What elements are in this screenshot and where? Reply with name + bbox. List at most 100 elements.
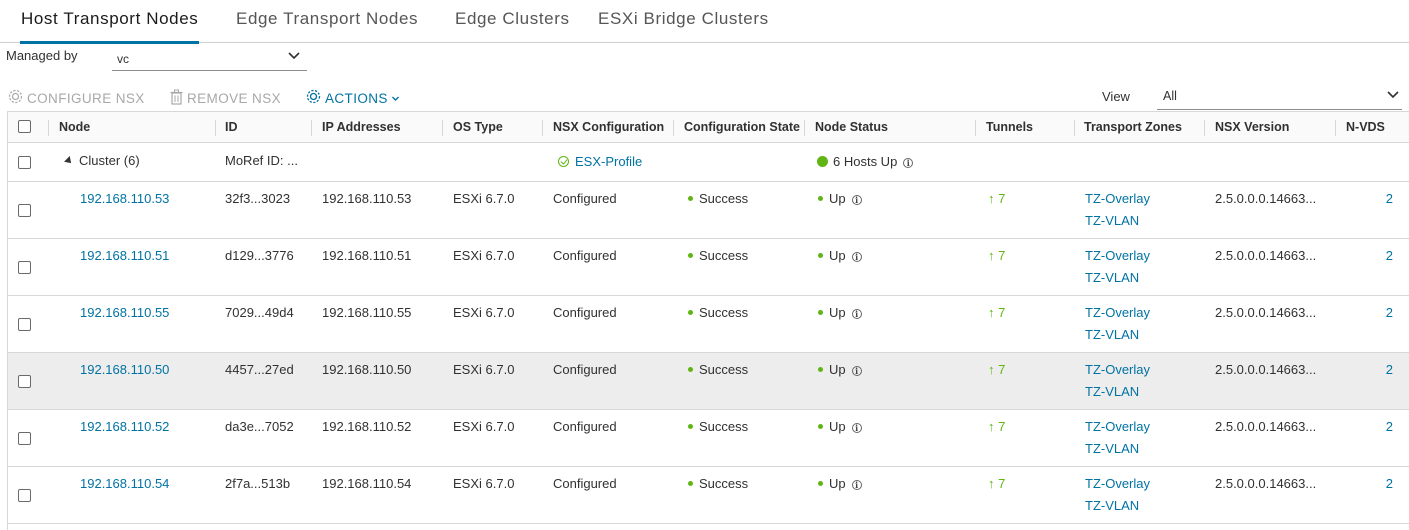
- info-icon[interactable]: i: [851, 252, 862, 262]
- row-checkbox[interactable]: [18, 261, 31, 274]
- column-header-nsx-version[interactable]: NSX Version: [1215, 120, 1289, 134]
- table-row[interactable]: 192.168.110.55 7029...49d4 192.168.110.55 E…: [8, 296, 1409, 353]
- status-dot-icon: [688, 310, 693, 315]
- node-link[interactable]: 192.168.110.55: [80, 305, 169, 320]
- transport-zone-link[interactable]: TZ-VLAN: [1085, 327, 1139, 342]
- info-icon[interactable]: i: [851, 309, 862, 319]
- info-icon[interactable]: i: [851, 480, 862, 490]
- column-header-os-type[interactable]: OS Type: [453, 120, 503, 134]
- column-header-nvds[interactable]: N-VDS: [1346, 120, 1385, 134]
- row-checkbox[interactable]: [18, 489, 31, 502]
- row-checkbox[interactable]: [18, 318, 31, 331]
- node-os-type: ESXi 6.7.0: [453, 419, 515, 434]
- node-link[interactable]: 192.168.110.53: [80, 191, 169, 206]
- nvds-count-link[interactable]: 2: [1386, 191, 1393, 206]
- transport-zone-link[interactable]: TZ-Overlay: [1085, 305, 1150, 320]
- row-checkbox[interactable]: [18, 375, 31, 388]
- column-header-node-status[interactable]: Node Status: [815, 120, 888, 134]
- column-header-nsx-configuration[interactable]: NSX Configuration: [553, 120, 664, 134]
- remove-nsx-button[interactable]: REMOVE NSX: [169, 89, 281, 107]
- node-ip: 192.168.110.51: [322, 248, 412, 263]
- status-dot-icon: [688, 424, 693, 429]
- node-tunnels[interactable]: ↑ 7: [988, 476, 1005, 491]
- expand-caret-icon[interactable]: [64, 156, 74, 166]
- node-status-label: Up: [829, 476, 846, 491]
- chevron-down-icon: [287, 49, 301, 66]
- view-label: View: [1102, 89, 1130, 104]
- node-link[interactable]: 192.168.110.50: [80, 362, 169, 377]
- tab-edge-transport-nodes[interactable]: Edge Transport Nodes: [236, 9, 418, 43]
- configure-nsx-button[interactable]: CONFIGURE NSX: [7, 89, 145, 107]
- table-row[interactable]: 192.168.110.52 da3e...7052 192.168.110.52 E…: [8, 410, 1409, 467]
- node-nsx-configuration: Configured: [553, 476, 617, 491]
- cluster-row[interactable]: Cluster (6) MoRef ID: ... ESX-Profile 6 …: [8, 144, 1409, 182]
- transport-zone-link[interactable]: TZ-VLAN: [1085, 498, 1139, 513]
- select-all-checkbox[interactable]: [18, 120, 31, 133]
- table-row[interactable]: 192.168.110.51 d129...3776 192.168.110.51 E…: [8, 239, 1409, 296]
- actions-button[interactable]: ACTIONS: [305, 89, 403, 107]
- view-select[interactable]: All: [1157, 84, 1402, 110]
- status-dot-icon: [818, 367, 823, 372]
- row-checkbox[interactable]: [18, 432, 31, 445]
- cluster-name: Cluster (6): [79, 153, 140, 168]
- info-icon[interactable]: i: [851, 423, 862, 433]
- transport-zone-link[interactable]: TZ-Overlay: [1085, 476, 1150, 491]
- nvds-count-link[interactable]: 2: [1386, 419, 1393, 434]
- transport-zone-link[interactable]: TZ-Overlay: [1085, 191, 1150, 206]
- table-row[interactable]: 192.168.110.54 2f7a...513b 192.168.110.54 E…: [8, 467, 1409, 524]
- node-os-type: ESXi 6.7.0: [453, 248, 515, 263]
- transport-zone-link[interactable]: TZ-VLAN: [1085, 270, 1139, 285]
- info-icon[interactable]: i: [851, 195, 862, 205]
- nvds-count-link[interactable]: 2: [1386, 305, 1393, 320]
- node-link[interactable]: 192.168.110.51: [80, 248, 169, 263]
- transport-zone-link[interactable]: TZ-VLAN: [1085, 441, 1139, 456]
- node-tunnels[interactable]: ↑ 7: [988, 305, 1005, 320]
- row-checkbox[interactable]: [18, 204, 31, 217]
- row-checkbox[interactable]: [18, 156, 31, 169]
- cluster-profile-link[interactable]: ESX-Profile: [558, 154, 642, 169]
- status-dot-icon: [818, 424, 823, 429]
- node-tunnels[interactable]: ↑ 7: [988, 362, 1005, 377]
- transport-zone-link[interactable]: TZ-Overlay: [1085, 362, 1150, 377]
- node-link[interactable]: 192.168.110.54: [80, 476, 169, 491]
- managed-by-select[interactable]: vc: [112, 47, 307, 71]
- node-nsx-version: 2.5.0.0.0.14663...: [1215, 476, 1317, 491]
- transport-zone-link[interactable]: TZ-Overlay: [1085, 248, 1150, 263]
- tab-host-transport-nodes[interactable]: Host Transport Nodes: [19, 9, 200, 44]
- status-dot-icon: [688, 481, 693, 486]
- column-header-transport-zones[interactable]: Transport Zones: [1084, 120, 1182, 134]
- tab-esxi-bridge-clusters[interactable]: ESXi Bridge Clusters: [598, 9, 769, 43]
- transport-zone-link[interactable]: TZ-VLAN: [1085, 384, 1139, 399]
- info-icon[interactable]: i: [903, 158, 914, 168]
- status-dot-icon: [818, 310, 823, 315]
- node-os-type: ESXi 6.7.0: [453, 191, 515, 206]
- column-header-configuration-state[interactable]: Configuration State: [684, 120, 800, 134]
- transport-zone-link[interactable]: TZ-Overlay: [1085, 419, 1150, 434]
- node-tunnels[interactable]: ↑ 7: [988, 248, 1005, 263]
- node-nsx-version: 2.5.0.0.0.14663...: [1215, 362, 1317, 377]
- column-header-tunnels[interactable]: Tunnels: [986, 120, 1033, 134]
- node-id: 2f7a...513b: [225, 476, 291, 491]
- column-header-id[interactable]: ID: [225, 120, 238, 134]
- node-tunnels[interactable]: ↑ 7: [988, 191, 1005, 206]
- config-state-label: Success: [699, 191, 749, 206]
- node-status-label: Up: [829, 248, 846, 263]
- node-os-type: ESXi 6.7.0: [453, 362, 515, 377]
- chevron-down-icon: [391, 91, 403, 106]
- table-row[interactable]: 192.168.110.53 32f3...3023 192.168.110.53 E…: [8, 182, 1409, 239]
- column-header-ip[interactable]: IP Addresses: [322, 120, 401, 134]
- status-dot-icon: [818, 196, 823, 201]
- table-row[interactable]: 192.168.110.50 4457...27ed 192.168.110.50 E…: [8, 353, 1409, 410]
- info-icon[interactable]: i: [851, 366, 862, 376]
- transport-zone-link[interactable]: TZ-VLAN: [1085, 213, 1139, 228]
- configure-nsx-label: CONFIGURE NSX: [27, 90, 145, 106]
- arrow-up-icon: ↑: [988, 362, 995, 377]
- node-tunnels[interactable]: ↑ 7: [988, 419, 1005, 434]
- tab-edge-clusters[interactable]: Edge Clusters: [455, 9, 570, 43]
- nvds-count-link[interactable]: 2: [1386, 362, 1393, 377]
- column-header-node[interactable]: Node: [59, 120, 90, 134]
- nvds-count-link[interactable]: 2: [1386, 476, 1393, 491]
- cluster-name-cell[interactable]: Cluster (6): [64, 153, 140, 168]
- node-link[interactable]: 192.168.110.52: [80, 419, 169, 434]
- nvds-count-link[interactable]: 2: [1386, 248, 1393, 263]
